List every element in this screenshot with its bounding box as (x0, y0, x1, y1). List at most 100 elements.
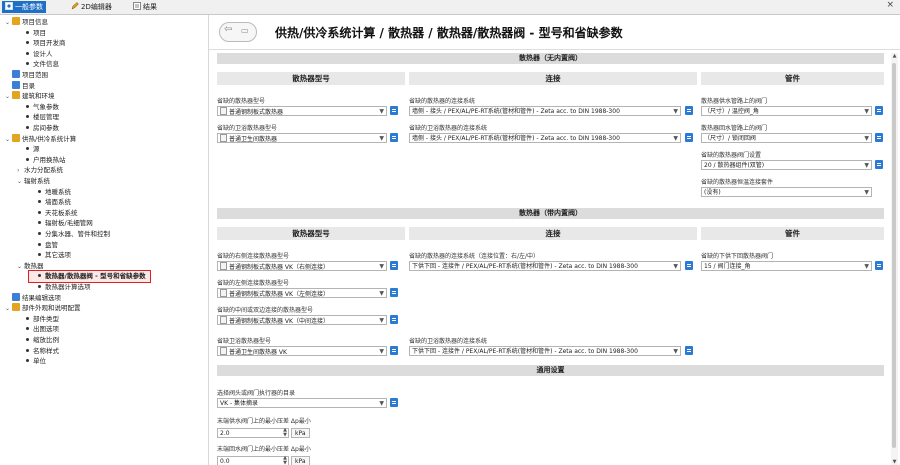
tree-item[interactable]: 出图选项 (17, 324, 59, 335)
tree-item[interactable]: 盘管 (29, 240, 58, 251)
library-icon[interactable] (685, 261, 693, 270)
library-icon[interactable] (390, 315, 398, 324)
tree-item[interactable]: 项目范围 (5, 70, 48, 81)
tree-item[interactable]: 房间参数 (17, 123, 59, 134)
scroll-down-icon[interactable]: ▼ (891, 459, 898, 465)
bath-connection-system-select[interactable]: 墙侧 - 接头 / PEX/AL/PE-RT系统(管材和管件) - Zeta a… (409, 133, 681, 143)
tree-item[interactable]: › 水力分配系统 (17, 165, 63, 176)
supply-valve-select[interactable]: （尺寸）/ 温控阀_角 ▼ (701, 106, 872, 116)
library-icon[interactable] (685, 346, 693, 355)
tree-item-label: 部件类型 (33, 314, 59, 323)
chevron-down-icon: ▼ (379, 317, 384, 324)
tab-general-params[interactable]: 一般参数 (2, 1, 46, 13)
valve-head-catalog-select[interactable]: VK - 集体摘录 ▼ (217, 398, 387, 408)
left-radiator-type-select[interactable]: 普通钢制板式散热器 VK（左侧连接） ▼ (217, 288, 387, 298)
bath-radiator-type-select[interactable]: 普通卫生间散热器 ▼ (217, 133, 387, 143)
connection-system-select[interactable]: 墙侧 - 接头 / PEX/AL/PE-RT系统(管材和管件) - Zeta a… (409, 106, 681, 116)
chevron-down-icon: ▼ (379, 263, 384, 270)
scroll-up-icon[interactable]: ▲ (891, 53, 898, 59)
tree-item[interactable]: 文件信息 (17, 59, 59, 70)
tree-item[interactable]: 部件类型 (17, 314, 59, 325)
middle-radiator-type-select[interactable]: 普通钢制板式散热器 VK（中间连接） ▼ (217, 315, 387, 325)
library-icon[interactable] (685, 133, 693, 142)
tree-item[interactable]: 目录 (5, 80, 35, 92)
page-header: ⇦ ▭ 供热/供冷系统计算 / 散热器 / 散热器/散热器阀 - 型号和省缺参数 (209, 15, 900, 50)
tree-item[interactable]: 分集水器、管件和控制 (29, 229, 110, 240)
chevron-down-icon[interactable]: ⌄ (5, 134, 12, 145)
tree-item[interactable]: 结果编辑选项 (5, 292, 61, 304)
library-icon[interactable] (390, 346, 398, 355)
tree-item[interactable]: 缩放比例 (17, 335, 59, 346)
tree-item[interactable]: 墙面系统 (29, 197, 71, 208)
column-header-connection: 连接 (409, 72, 697, 85)
tree-item[interactable]: 名称样式 (17, 346, 59, 357)
chevron-down-icon[interactable]: ⌄ (5, 17, 12, 28)
tree-item[interactable]: 项目 (17, 28, 46, 39)
thermostatic-kit-select[interactable]: (没有) ▼ (701, 187, 872, 197)
tree-item[interactable]: ⌄ 散热器 (17, 261, 44, 272)
tree-item[interactable]: 天花板系统 (29, 208, 78, 219)
radiator-type-select[interactable]: 普通钢制板式散热器 ▼ (217, 106, 387, 116)
library-icon[interactable] (390, 133, 398, 142)
right-radiator-type-select[interactable]: 普通钢制板式散热器 VK（右侧连接） ▼ (217, 261, 387, 271)
bath-connection-system-vk-select[interactable]: 下供下回 - 连接件 / PEX/AL/PE-RT系统(管材和管件) - Zet… (409, 346, 681, 356)
chevron-down-icon[interactable]: ⌄ (17, 176, 24, 187)
tab-results[interactable]: 结果 (130, 1, 160, 13)
chevron-down-icon[interactable]: ⌄ (5, 303, 12, 314)
library-icon[interactable] (685, 106, 693, 115)
scroll-thumb[interactable] (892, 63, 896, 448)
radiator-icon (220, 134, 227, 142)
library-icon[interactable] (390, 288, 398, 297)
tree-item[interactable]: 其它选项 (29, 250, 71, 261)
library-icon[interactable] (875, 261, 883, 270)
spinner-icon[interactable]: ▲ ▼ (283, 456, 287, 465)
chevron-down-icon[interactable]: ⌄ (17, 261, 24, 272)
tree-item[interactable]: ⌄ 部件外观和说明配置 (5, 303, 81, 314)
tree-item[interactable]: 户用换热站 (17, 155, 66, 166)
tree-item[interactable]: ⌄ 辐射系统 (17, 176, 50, 187)
tree-item[interactable]: 项目开发商 (17, 38, 66, 49)
tree-item-label: 供热/供冷系统计算 (22, 134, 77, 143)
back-forward-button[interactable]: ⇦ ▭ (219, 22, 257, 42)
tree-item-label: 部件外观和说明配置 (22, 304, 81, 313)
valve-setting-select[interactable]: 20 / 散热器组件(双管) ▼ (701, 160, 872, 170)
vertical-scrollbar[interactable]: ▲ ▼ (891, 53, 898, 465)
tree-item[interactable]: 地暖系统 (29, 187, 71, 198)
return-min-pressure-input[interactable]: 0.0 ▲ ▼ (217, 456, 289, 465)
document-icon (12, 80, 20, 89)
field-label: 选择阀头或阀门执行器的目录 (217, 390, 296, 397)
library-icon[interactable] (875, 106, 883, 115)
chevron-right-icon[interactable]: › (17, 165, 24, 176)
tree-item[interactable]: 单位 (17, 356, 46, 367)
tree-item[interactable]: 散热器计算选项 (29, 282, 91, 293)
tree-item[interactable]: 散热器/散热器阀 - 型号和省缺参数 (28, 270, 151, 284)
return-valve-select[interactable]: （尺寸）/ 锁闭回阀 ▼ (701, 133, 872, 143)
library-icon[interactable] (875, 133, 883, 142)
field-label: 省缺的散热器阀门设置 (701, 152, 762, 159)
column-header-connection: 连接 (409, 227, 697, 240)
bullet-icon (26, 359, 29, 363)
tab-2d-editor[interactable]: 2D编辑器 (68, 1, 115, 13)
tree-item-label: 散热器 (24, 261, 44, 270)
chevron-down-icon[interactable]: ⌄ (5, 91, 12, 102)
library-icon[interactable] (390, 261, 398, 270)
tab-label: 2D编辑器 (81, 3, 112, 11)
tree-item[interactable]: ⌄ 项目信息 (5, 17, 48, 28)
spinner-icon[interactable]: ▲ ▼ (283, 428, 287, 438)
bath-radiator-vk-select[interactable]: 普通卫生间散热器 VK ▼ (217, 346, 387, 356)
chevron-down-icon: ▼ (864, 189, 869, 196)
tree-item[interactable]: ⌄ 建筑和环境 (5, 91, 55, 102)
connection-system-vk-select[interactable]: 下供下回 - 连接件 / PEX/AL/PE-RT系统(管材和管件) - Zet… (409, 261, 681, 271)
library-icon[interactable] (390, 398, 398, 407)
tree-item[interactable]: 楼层管理 (17, 112, 59, 123)
tree-item[interactable]: 辐射板/毛细管网 (29, 218, 93, 229)
bottom-valve-select[interactable]: 15 / 阀门连接_角 ▼ (701, 261, 872, 271)
tree-item[interactable]: 气象参数 (17, 102, 59, 113)
tree-item[interactable]: 源 (17, 144, 40, 155)
supply-min-pressure-input[interactable]: 2.0 ▲ ▼ (217, 428, 289, 438)
library-icon[interactable] (390, 106, 398, 115)
tree-item[interactable]: ⌄ 供热/供冷系统计算 (5, 133, 77, 145)
close-icon[interactable]: × (886, 0, 894, 10)
library-icon[interactable] (875, 160, 883, 169)
tree-item[interactable]: 设计人 (17, 49, 53, 60)
